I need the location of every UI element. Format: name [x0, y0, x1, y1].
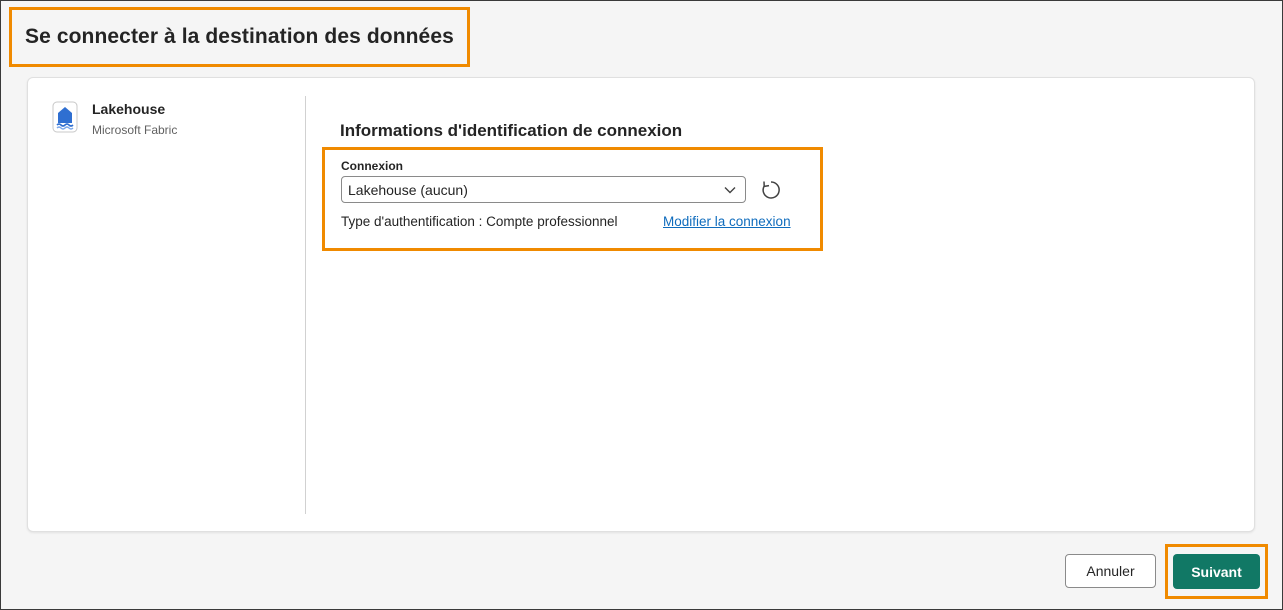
- connection-dropdown[interactable]: Lakehouse (aucun): [341, 176, 746, 203]
- sidebar-item-lakehouse[interactable]: Lakehouse Microsoft Fabric: [52, 98, 177, 137]
- auth-type-text: Type d'authentification : Compte profess…: [341, 214, 618, 229]
- next-highlight: Suivant: [1165, 544, 1268, 599]
- content-card: Lakehouse Microsoft Fabric Informations …: [27, 77, 1255, 532]
- connection-label: Connexion: [341, 159, 403, 173]
- cancel-button[interactable]: Annuler: [1065, 554, 1156, 588]
- sidebar-item-text: Lakehouse Microsoft Fabric: [92, 98, 177, 137]
- sidebar-item-name: Lakehouse: [92, 101, 166, 117]
- chevron-down-icon: [724, 187, 736, 194]
- lakehouse-icon: [52, 101, 78, 133]
- refresh-icon[interactable]: [759, 178, 783, 202]
- vertical-divider: [305, 96, 306, 514]
- modify-connection-link[interactable]: Modifier la connexion: [663, 214, 791, 229]
- connection-selected-value: Lakehouse (aucun): [348, 181, 468, 198]
- sidebar-item-subtitle: Microsoft Fabric: [92, 123, 178, 137]
- page-title: Se connecter à la destination des donnée…: [25, 25, 454, 48]
- section-title: Informations d'identification de connexi…: [340, 121, 683, 140]
- title-highlight: Se connecter à la destination des donnée…: [9, 7, 470, 67]
- next-button[interactable]: Suivant: [1173, 554, 1260, 589]
- dialog-frame: Se connecter à la destination des donnée…: [0, 0, 1283, 610]
- connection-highlight: Connexion Lakehouse (aucun) Type d'authe…: [322, 147, 823, 251]
